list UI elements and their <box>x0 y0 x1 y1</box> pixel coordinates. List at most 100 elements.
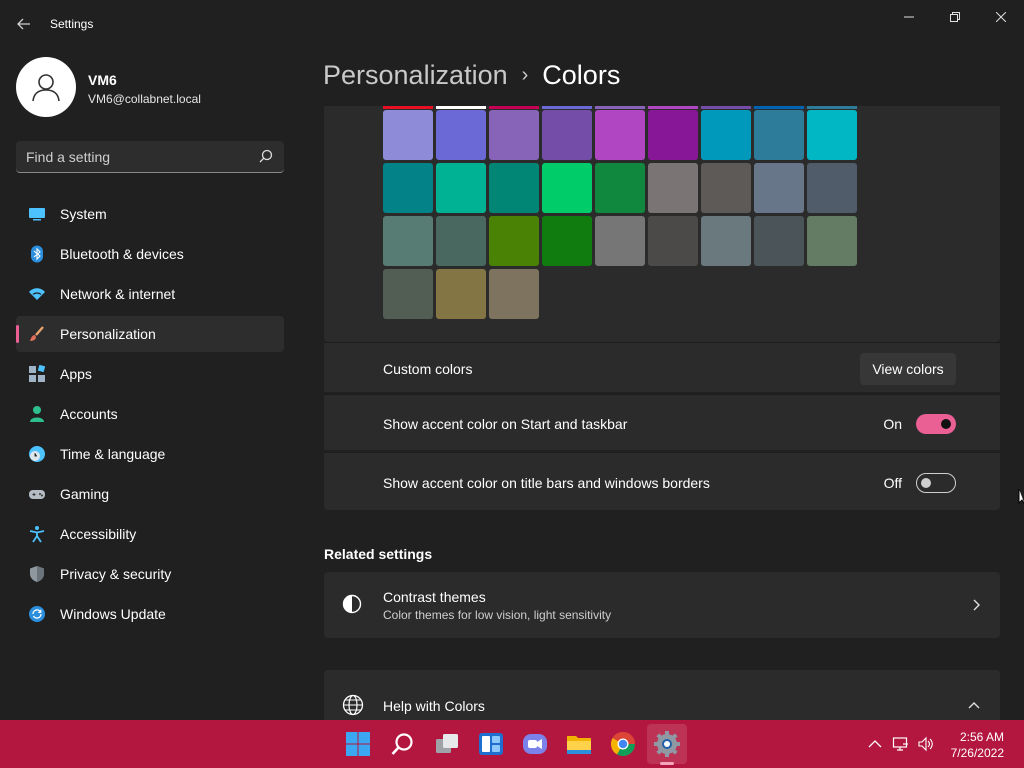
accent-color-swatch[interactable] <box>436 163 486 213</box>
accent-start-taskbar-row: Show accent color on Start and taskbar O… <box>324 394 1000 450</box>
accent-swatch-partial[interactable] <box>701 106 751 109</box>
help-with-colors-title: Help with Colors <box>383 698 485 714</box>
task-view-icon[interactable] <box>433 730 461 758</box>
sidebar-item-label: Apps <box>60 366 92 382</box>
breadcrumb-separator: › <box>521 64 529 86</box>
accent-color-swatch[interactable] <box>701 110 751 160</box>
accent-color-swatch[interactable] <box>595 110 645 160</box>
restore-button[interactable] <box>932 4 978 32</box>
accent-color-swatch[interactable] <box>807 216 857 266</box>
file-explorer-icon[interactable] <box>565 730 593 758</box>
sidebar-item-label: Personalization <box>60 326 156 342</box>
accent-color-swatch[interactable] <box>489 216 539 266</box>
windows-start-icon[interactable] <box>344 730 372 758</box>
sidebar-item-label: Accounts <box>60 406 118 422</box>
contrast-themes-link[interactable]: Contrast themes Color themes for low vis… <box>324 572 1000 638</box>
accent-color-swatch[interactable] <box>542 216 592 266</box>
accent-color-swatch[interactable] <box>701 163 751 213</box>
clock-globe-icon <box>29 446 45 462</box>
accent-color-swatch[interactable] <box>542 163 592 213</box>
accent-color-swatch[interactable] <box>807 110 857 160</box>
profile-email: VM6@collabnet.local <box>88 92 201 106</box>
back-button[interactable] <box>10 12 38 36</box>
toggle-knob <box>941 419 951 429</box>
close-icon <box>995 11 1007 23</box>
accent-color-swatch[interactable] <box>595 163 645 213</box>
accent-color-swatch[interactable] <box>383 269 433 319</box>
clock-date[interactable]: 7/26/2022 <box>951 746 1004 760</box>
title-bar: Settings <box>0 0 1024 48</box>
accent-color-swatch[interactable] <box>383 163 433 213</box>
breadcrumb-parent[interactable]: Personalization <box>323 60 508 90</box>
sidebar-item-system[interactable]: System <box>16 196 284 232</box>
accent-title-bars-row: Show accent color on title bars and wind… <box>324 452 1000 510</box>
avatar[interactable] <box>16 57 76 117</box>
chevron-right-icon <box>973 599 980 611</box>
accent-color-swatch[interactable] <box>436 216 486 266</box>
accent-swatch-partial[interactable] <box>807 106 857 109</box>
accent-color-swatch[interactable] <box>489 110 539 160</box>
accent-color-swatch[interactable] <box>383 110 433 160</box>
sidebar-item-accessibility[interactable]: Accessibility <box>16 516 284 552</box>
accent-swatch-partial[interactable] <box>754 106 804 109</box>
accent-start-taskbar-toggle[interactable] <box>916 414 956 434</box>
search-icon[interactable] <box>389 730 417 758</box>
accent-title-bars-state: Off <box>883 475 902 491</box>
chevron-up-icon <box>968 702 980 709</box>
minimize-button[interactable] <box>886 4 932 32</box>
sidebar-item-gaming[interactable]: Gaming <box>16 476 284 512</box>
accent-swatch-partial[interactable] <box>595 106 645 109</box>
accent-color-swatch[interactable] <box>754 216 804 266</box>
update-icon <box>29 606 45 622</box>
accent-color-swatch[interactable] <box>595 216 645 266</box>
volume-icon[interactable] <box>917 736 935 752</box>
accent-title-bars-toggle[interactable] <box>916 473 956 493</box>
accent-color-swatch[interactable] <box>436 269 486 319</box>
accent-title-bars-label: Show accent color on title bars and wind… <box>383 475 710 491</box>
profile-name: VM6 <box>88 72 117 88</box>
sidebar-item-privacy-security[interactable]: Privacy & security <box>16 556 284 592</box>
chevron-up-icon[interactable] <box>866 736 884 752</box>
accent-color-swatch[interactable] <box>542 110 592 160</box>
help-with-colors-section[interactable]: Help with Colors <box>324 670 1000 720</box>
clock-time[interactable]: 2:56 AM <box>960 730 1004 744</box>
chrome-icon[interactable] <box>609 730 637 758</box>
accent-color-swatch[interactable] <box>648 163 698 213</box>
accent-color-swatch[interactable] <box>701 216 751 266</box>
accent-swatch-partial[interactable] <box>436 106 486 109</box>
accent-color-swatch[interactable] <box>754 110 804 160</box>
sidebar-item-accounts[interactable]: Accounts <box>16 396 284 432</box>
monitor-icon <box>29 208 45 221</box>
sidebar-nav: System Bluetooth & devices Network & int… <box>16 196 284 636</box>
sidebar-item-windows-update[interactable]: Windows Update <box>16 596 284 632</box>
accent-color-swatch[interactable] <box>383 216 433 266</box>
taskbar-running-indicator <box>660 762 674 765</box>
widgets-icon[interactable] <box>477 730 505 758</box>
accent-color-grid <box>324 106 1000 342</box>
accent-swatch-partial[interactable] <box>648 106 698 109</box>
accent-swatch-partial[interactable] <box>489 106 539 109</box>
accent-color-swatch[interactable] <box>489 269 539 319</box>
accent-swatch-partial[interactable] <box>542 106 592 109</box>
accent-color-swatch[interactable] <box>436 110 486 160</box>
search-input[interactable]: Find a setting <box>16 141 284 173</box>
accessibility-icon <box>29 526 45 543</box>
apps-icon <box>29 365 46 382</box>
sidebar-item-network[interactable]: Network & internet <box>16 276 284 312</box>
sidebar-item-personalization[interactable]: Personalization <box>16 316 284 352</box>
accent-color-swatch[interactable] <box>648 216 698 266</box>
teams-chat-icon[interactable] <box>521 730 549 758</box>
sidebar-item-time-language[interactable]: Time & language <box>16 436 284 472</box>
view-colors-button[interactable]: View colors <box>860 353 956 385</box>
network-icon[interactable] <box>892 736 910 752</box>
sidebar-item-bluetooth[interactable]: Bluetooth & devices <box>16 236 284 272</box>
accent-color-swatch[interactable] <box>754 163 804 213</box>
main-content[interactable]: Custom colors View colors Show accent co… <box>324 106 1000 720</box>
accent-color-swatch[interactable] <box>807 163 857 213</box>
accent-color-swatch[interactable] <box>489 163 539 213</box>
accent-color-swatch[interactable] <box>648 110 698 160</box>
accent-swatch-partial[interactable] <box>383 106 433 109</box>
settings-icon[interactable] <box>653 730 681 758</box>
sidebar-item-apps[interactable]: Apps <box>16 356 284 392</box>
close-button[interactable] <box>978 4 1024 32</box>
